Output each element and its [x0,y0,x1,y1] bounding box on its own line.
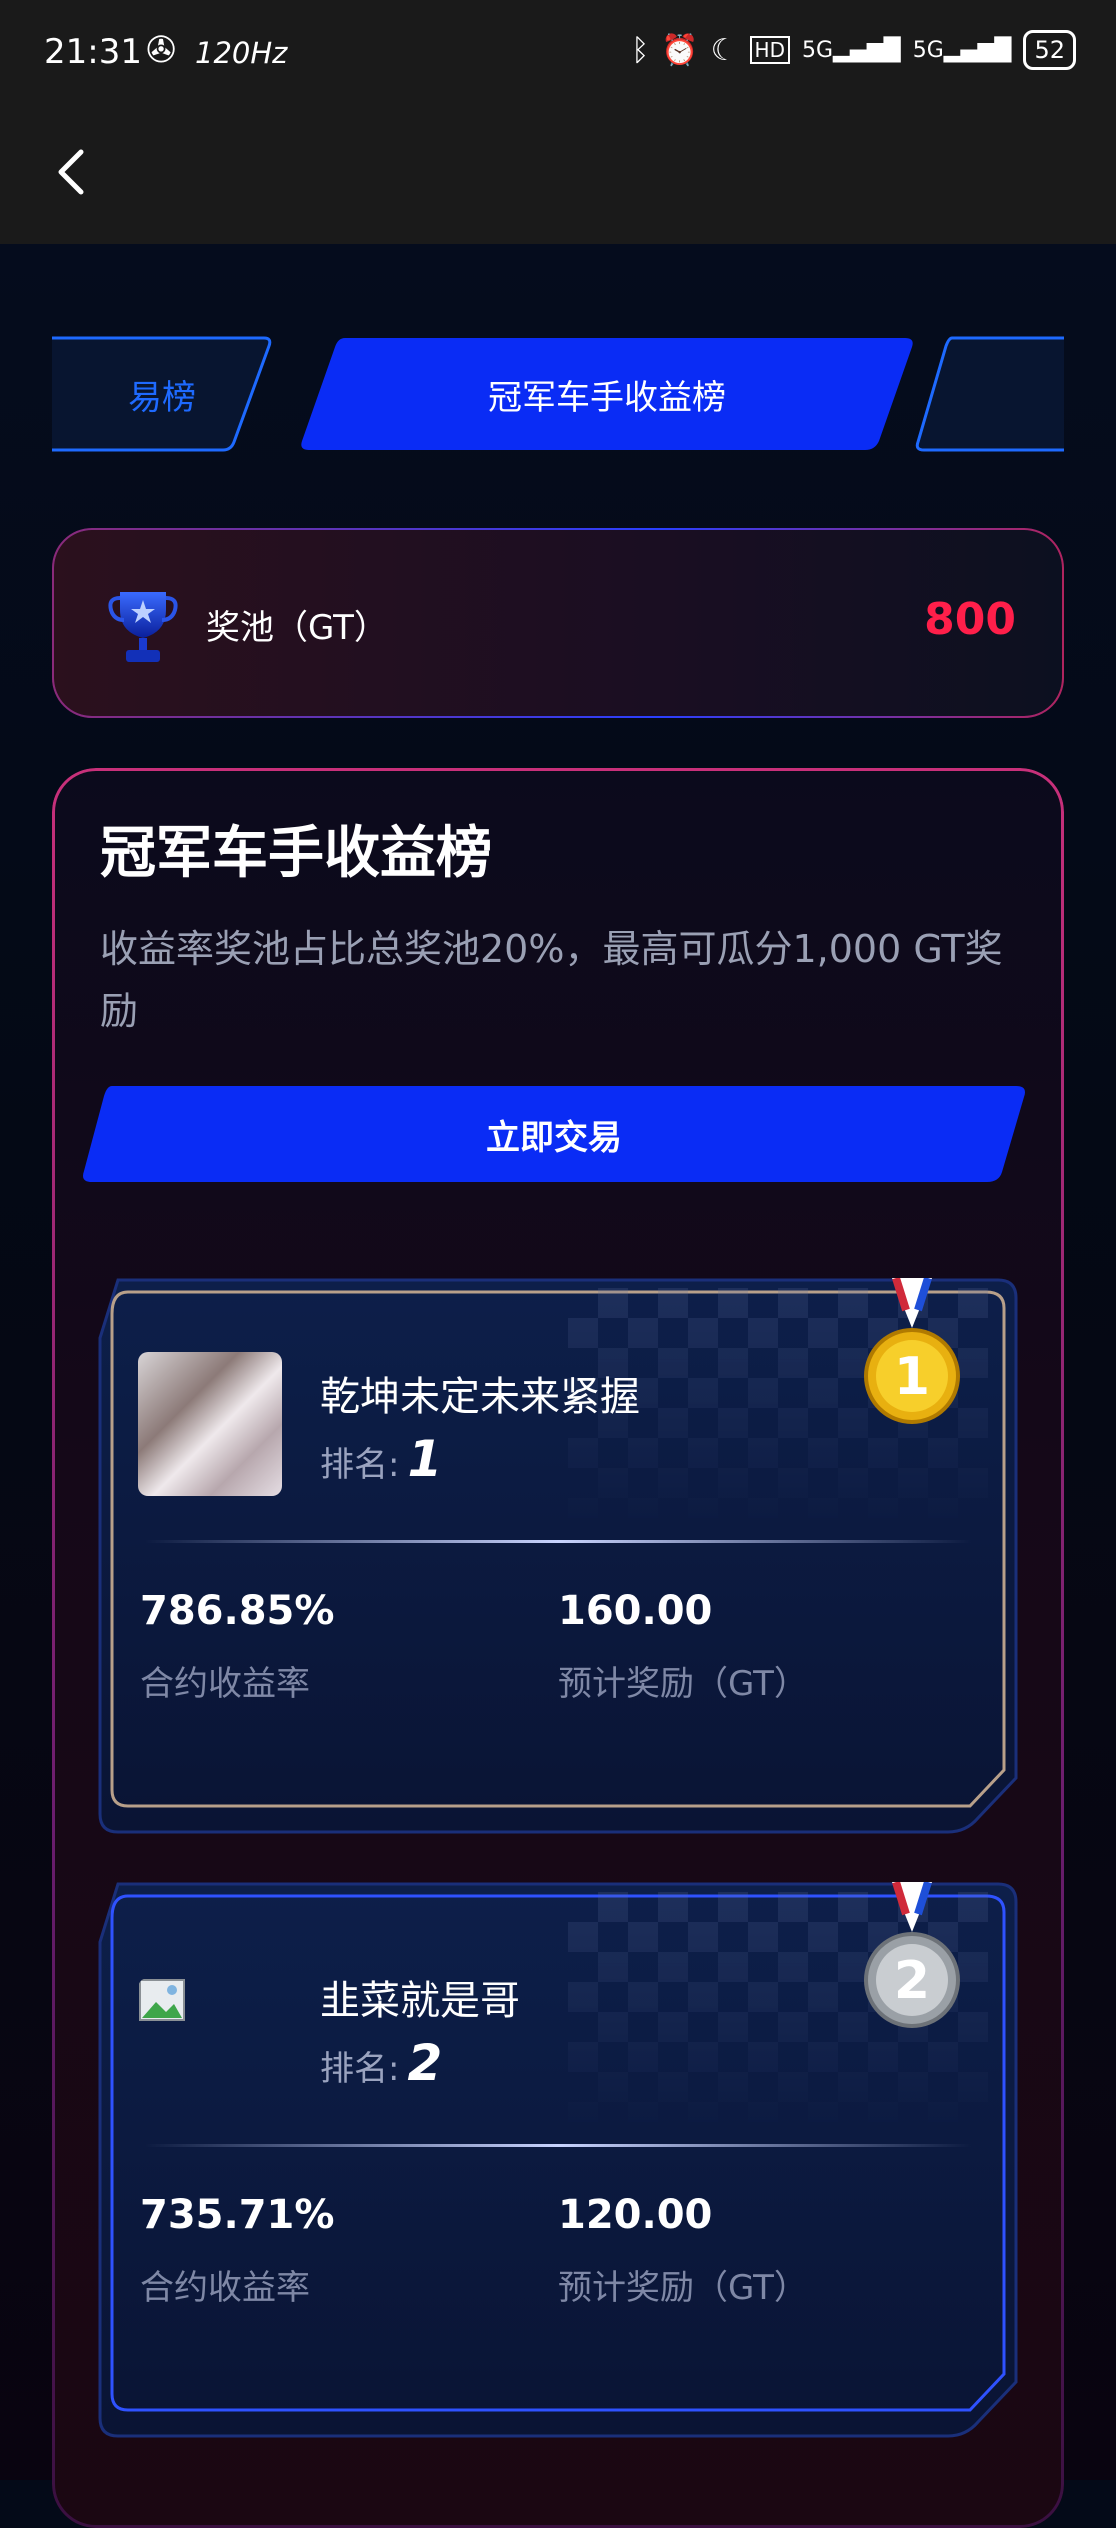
divider [144,1540,972,1543]
return-rate-label: 合约收益率 [140,1664,310,1704]
fan-icon: ✇ [146,30,177,71]
leaderboard-description: 收益率奖池占比总奖池20%，最高可瓜分1,000 GT奖励 [100,927,1003,1033]
moon-icon: ☾ [710,32,738,68]
refresh-rate: 120Hz [195,36,288,70]
rank-label: 排名: 1 [320,1430,442,1488]
avatar [138,1352,282,1496]
trade-now-button[interactable]: 立即交易 [82,1086,1026,1182]
bluetooth-icon: ᛒ [631,32,650,68]
tab-shape [915,336,1064,452]
return-rate-value: 786.85% [140,1588,335,1634]
svg-text:2: 2 [894,1951,930,2011]
app-header [0,108,1116,244]
reward-value: 160.00 [558,1588,713,1634]
gold-medal-icon: 1 [864,1278,960,1424]
alarm-icon: ⏰ [661,32,699,68]
status-time: 21:31 [44,32,142,72]
tab-label: 易榜 [128,377,196,418]
rank-card[interactable]: 乾坤未定未来紧握 排名: 1 1 786.85% 合约收益率 160.00 预计… [98,1278,1018,1834]
tab-next[interactable] [912,335,1064,453]
tab-champion-earnings[interactable]: 冠军车手收益榜 [297,335,917,453]
status-bar: 21:31 ✇ 120Hz ᛒ ⏰ ☾ HD 5G▂▄▆█ 5G▂▄▆█ 52 [0,0,1116,108]
rank-name: 韭菜就是哥 [320,1978,520,2024]
leaderboard-card: 冠军车手收益榜 收益率奖池占比总奖池20%，最高可瓜分1,000 GT奖励 立即… [52,768,1064,2528]
rank-label: 排名: 2 [320,2034,442,2092]
silver-medal-icon: 2 [864,1882,960,2028]
reward-label: 预计奖励（GT） [558,1664,808,1704]
rank-prefix: 排名: [320,1445,400,1485]
reward-label: 预计奖励（GT） [558,2268,808,2308]
rank-card[interactable]: 韭菜就是哥 排名: 2 2 735.71% 合约收益率 120.00 预计奖励（… [98,1882,1018,2438]
prize-pool-label: 奖池（GT） [206,608,388,648]
rank-number: 2 [407,2034,443,2092]
tab-label: 冠军车手收益榜 [488,377,726,418]
rank-prefix: 排名: [320,2049,400,2089]
return-rate-value: 735.71% [140,2192,335,2238]
divider [144,2144,972,2147]
rank-number: 1 [407,1430,443,1488]
leaderboard-tabs: 易榜 冠军车手收益榜 [52,335,1064,457]
svg-text:1: 1 [894,1347,930,1407]
broken-image-icon [138,1978,194,2028]
back-button[interactable] [40,142,100,202]
prize-pool-value: 800 [924,594,1016,645]
trophy-icon [108,592,178,662]
prize-pool-card: 奖池（GT） 800 [52,528,1064,718]
hd-icon: HD [749,36,790,64]
trade-now-label: 立即交易 [486,1117,622,1158]
rank-name: 乾坤未定未来紧握 [320,1374,640,1420]
signal-5g-icon: 5G▂▄▆█ [912,37,1012,63]
tab-prev[interactable]: 易榜 [52,335,292,453]
chevron-left-icon [58,149,84,195]
return-rate-label: 合约收益率 [140,2268,310,2308]
battery-indicator: 52 [1023,30,1076,70]
signal-5g-icon: 5G▂▄▆█ [801,37,901,63]
reward-value: 120.00 [558,2192,713,2238]
leaderboard-title: 冠军车手收益榜 [100,821,492,886]
